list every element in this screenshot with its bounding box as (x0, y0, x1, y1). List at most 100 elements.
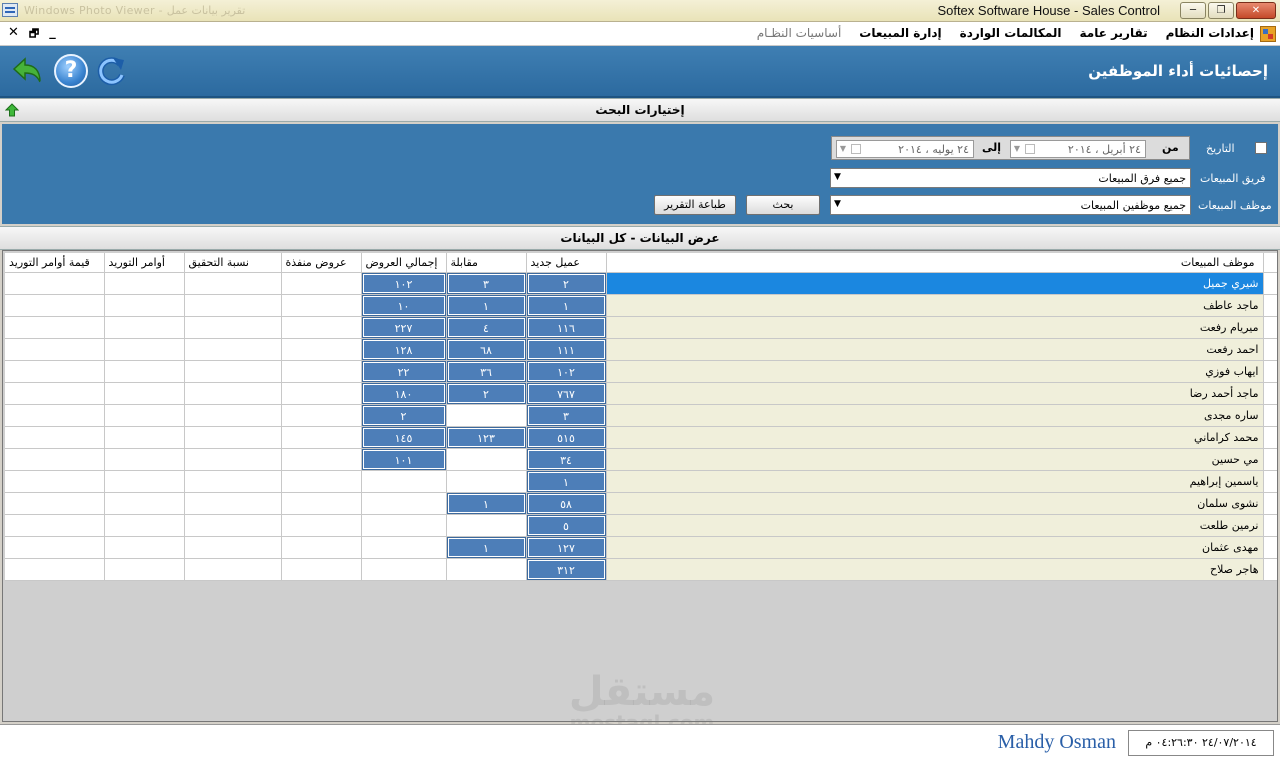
cell-achievement[interactable] (184, 338, 282, 361)
cell-employee-name[interactable]: ماجد عاطف (606, 294, 1264, 317)
table-row[interactable]: ١٠٢ ٣ ٢ شيري جميل (5, 272, 1277, 295)
cell-total-offers[interactable] (361, 558, 447, 581)
cell-employee-name[interactable]: نشوى سلمان (606, 492, 1264, 515)
column-header-supply-value[interactable]: قيمة أوامر التوريد (5, 253, 105, 273)
cell-executed-offers[interactable] (281, 558, 362, 581)
date-filter-checkbox[interactable] (1255, 142, 1267, 154)
cell-new-client[interactable]: ١ (526, 470, 607, 493)
table-row[interactable]: ١ ١٢٧ مهدى عثمان (5, 536, 1277, 559)
cell-executed-offers[interactable] (281, 360, 362, 383)
menu-item[interactable]: تقارير عامة (1080, 26, 1148, 40)
cell-supply-orders[interactable] (104, 338, 185, 361)
table-row[interactable]: ٣١٢ هاجر صلاح (5, 558, 1277, 581)
menu-item[interactable]: أساسيات النظـام (757, 26, 842, 40)
menu-item[interactable]: إدارة المبيعات (859, 26, 941, 40)
cell-executed-offers[interactable] (281, 426, 362, 449)
to-date-checkbox[interactable] (851, 144, 861, 154)
column-header-new-client[interactable]: عميل جديد (526, 253, 607, 273)
cell-new-client[interactable]: ٣ (526, 404, 607, 427)
cell-executed-offers[interactable] (281, 514, 362, 537)
restore-button[interactable]: ❐ (1208, 2, 1234, 19)
cell-total-offers[interactable]: ١٠٢ (361, 272, 447, 295)
cell-meeting[interactable]: ٤ (446, 316, 527, 339)
cell-achievement[interactable] (184, 448, 282, 471)
cell-total-offers[interactable]: ١٠١ (361, 448, 447, 471)
cell-supply-orders[interactable] (104, 316, 185, 339)
cell-supply-value[interactable] (5, 404, 105, 427)
cell-supply-value[interactable] (5, 338, 105, 361)
table-row[interactable]: ٥ نرمين طلعت (5, 514, 1277, 537)
cell-new-client[interactable]: ٣٤ (526, 448, 607, 471)
cell-executed-offers[interactable] (281, 272, 362, 295)
cell-executed-offers[interactable] (281, 404, 362, 427)
cell-total-offers[interactable]: ٢٢ (361, 360, 447, 383)
cell-achievement[interactable] (184, 536, 282, 559)
column-header-executed-offers[interactable]: عروض منفذة (281, 253, 362, 273)
cell-new-client[interactable]: ٣١٢ (526, 558, 607, 581)
cell-meeting[interactable]: ١ (446, 294, 527, 317)
cell-supply-orders[interactable] (104, 404, 185, 427)
cell-employee-name[interactable]: شيري جميل (606, 272, 1264, 295)
cell-supply-value[interactable] (5, 272, 105, 295)
cell-executed-offers[interactable] (281, 492, 362, 515)
cell-total-offers[interactable] (361, 492, 447, 515)
cell-achievement[interactable] (184, 492, 282, 515)
column-header-achievement[interactable]: نسبة التحقيق (184, 253, 282, 273)
cell-supply-value[interactable] (5, 470, 105, 493)
cell-meeting[interactable]: ١ (446, 536, 527, 559)
cell-new-client[interactable]: ٢ (526, 272, 607, 295)
table-row[interactable]: ١٨٠ ٢ ٧٦٧ ماجد أحمد رضا (5, 382, 1277, 405)
cell-new-client[interactable]: ١ (526, 294, 607, 317)
table-row[interactable]: ٢٢٧ ٤ ١١٦ ميريام رفعت (5, 316, 1277, 339)
cell-employee-name[interactable]: ماجد أحمد رضا (606, 382, 1264, 405)
cell-meeting[interactable]: ٣٦ (446, 360, 527, 383)
cell-total-offers[interactable]: ١٨٠ (361, 382, 447, 405)
cell-supply-orders[interactable] (104, 272, 185, 295)
cell-total-offers[interactable] (361, 470, 447, 493)
cell-achievement[interactable] (184, 382, 282, 405)
cell-meeting[interactable] (446, 448, 527, 471)
from-date-checkbox[interactable] (1025, 144, 1035, 154)
cell-meeting[interactable] (446, 404, 527, 427)
from-date-dropdown-icon[interactable]: ▼ (1011, 141, 1023, 157)
cell-supply-orders[interactable] (104, 382, 185, 405)
search-button[interactable]: بحث (746, 195, 820, 215)
cell-supply-orders[interactable] (104, 558, 185, 581)
cell-new-client[interactable]: ٥٨ (526, 492, 607, 515)
cell-employee-name[interactable]: ايهاب فوزي (606, 360, 1264, 383)
sales-employee-select[interactable]: ▼ جميع موظفين المبيعات (830, 195, 1191, 215)
cell-supply-orders[interactable] (104, 426, 185, 449)
column-header-meeting[interactable]: مقابلة (446, 253, 527, 273)
back-arrow-icon[interactable] (10, 54, 44, 88)
cell-supply-orders[interactable] (104, 514, 185, 537)
menu-item[interactable]: إعدادات النظام (1166, 26, 1254, 40)
cell-executed-offers[interactable] (281, 338, 362, 361)
collapse-arrow-icon[interactable] (5, 103, 19, 117)
cell-supply-orders[interactable] (104, 448, 185, 471)
from-date-picker[interactable]: ▼ ٢٤ أبريل ، ٢٠١٤ (1010, 140, 1146, 158)
cell-executed-offers[interactable] (281, 294, 362, 317)
to-date-dropdown-icon[interactable]: ▼ (837, 141, 849, 157)
cell-employee-name[interactable]: مهدى عثمان (606, 536, 1264, 559)
cell-employee-name[interactable]: نرمين طلعت (606, 514, 1264, 537)
cell-new-client[interactable]: ٥ (526, 514, 607, 537)
cell-employee-name[interactable]: ياسمين إبراهيم (606, 470, 1264, 493)
cell-supply-value[interactable] (5, 382, 105, 405)
cell-supply-value[interactable] (5, 316, 105, 339)
cell-executed-offers[interactable] (281, 382, 362, 405)
table-row[interactable]: ٢ ٣ ساره مجدى (5, 404, 1277, 427)
to-date-picker[interactable]: ▼ ٢٤ يوليه ، ٢٠١٤ (836, 140, 974, 158)
cell-total-offers[interactable]: ١٠ (361, 294, 447, 317)
cell-supply-orders[interactable] (104, 360, 185, 383)
cell-supply-orders[interactable] (104, 294, 185, 317)
cell-supply-orders[interactable] (104, 536, 185, 559)
mdi-minimize-icon[interactable]: _ (49, 25, 56, 44)
mdi-restore-icon[interactable]: 🗗 (29, 25, 39, 44)
cell-employee-name[interactable]: ساره مجدى (606, 404, 1264, 427)
column-header-employee[interactable]: موظف المبيعات (606, 253, 1264, 273)
app-menu-icon[interactable] (1260, 26, 1276, 42)
cell-supply-value[interactable] (5, 492, 105, 515)
cell-supply-value[interactable] (5, 536, 105, 559)
cell-meeting[interactable]: ٣ (446, 272, 527, 295)
cell-meeting[interactable] (446, 470, 527, 493)
